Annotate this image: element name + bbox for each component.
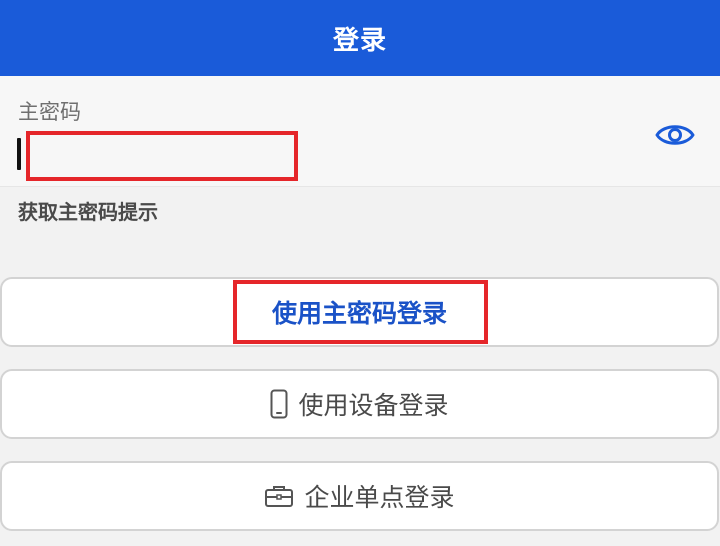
login-with-master-password-label: 使用主密码登录 [271,299,447,328]
enterprise-sso-login-button[interactable]: 企业单点登录 [0,461,719,531]
toggle-password-visibility-button[interactable] [652,116,698,154]
enterprise-sso-login-label: 企业单点登录 [304,483,455,512]
login-with-device-label: 使用设备登录 [298,391,449,420]
get-master-password-hint-link[interactable]: 获取主密码提示 [18,196,158,225]
login-with-device-button[interactable]: 使用设备登录 [0,369,719,439]
master-password-panel: 主密码 [0,76,720,187]
page-title: 登录 [332,25,387,56]
master-password-label: 主密码 [18,100,81,124]
master-password-field-wrap [16,132,636,176]
master-password-input[interactable] [16,132,630,176]
briefcase-icon [264,484,294,508]
header-bar: 登录 [0,0,720,76]
eye-icon [655,125,695,145]
login-with-master-password-button[interactable]: 使用主密码登录 [0,277,719,347]
phone-icon [270,389,288,419]
